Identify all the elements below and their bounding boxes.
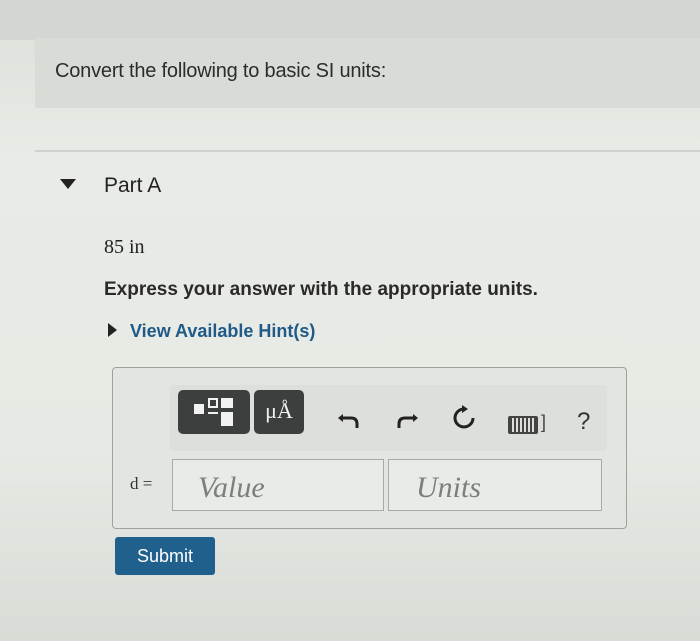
variable-label: d = xyxy=(130,474,153,493)
help-icon[interactable]: ? xyxy=(577,408,590,436)
submit-button[interactable]: Submit xyxy=(115,537,215,575)
undo-icon[interactable] xyxy=(335,404,363,432)
part-title[interactable]: Part A xyxy=(104,174,161,198)
section-divider xyxy=(35,150,700,152)
view-hints-link[interactable]: View Available Hint(s) xyxy=(130,321,315,342)
keyboard-suffix: ] xyxy=(541,412,547,432)
given-value: 85 in xyxy=(104,236,145,258)
reset-icon[interactable] xyxy=(450,404,478,432)
instruction-text: Express your answer with the appropriate… xyxy=(104,279,538,300)
intro-text: Convert the following to basic SI units: xyxy=(55,60,387,82)
units-input[interactable] xyxy=(388,459,602,511)
units-label: μÅ xyxy=(265,398,293,423)
redo-icon[interactable] xyxy=(393,404,421,432)
templates-icon xyxy=(194,396,234,428)
value-input[interactable] xyxy=(172,459,384,511)
hint-caret-icon[interactable] xyxy=(108,323,117,337)
collapse-caret-icon[interactable] xyxy=(60,179,76,189)
keyboard-icon[interactable] xyxy=(508,416,538,434)
top-strip xyxy=(0,0,700,40)
